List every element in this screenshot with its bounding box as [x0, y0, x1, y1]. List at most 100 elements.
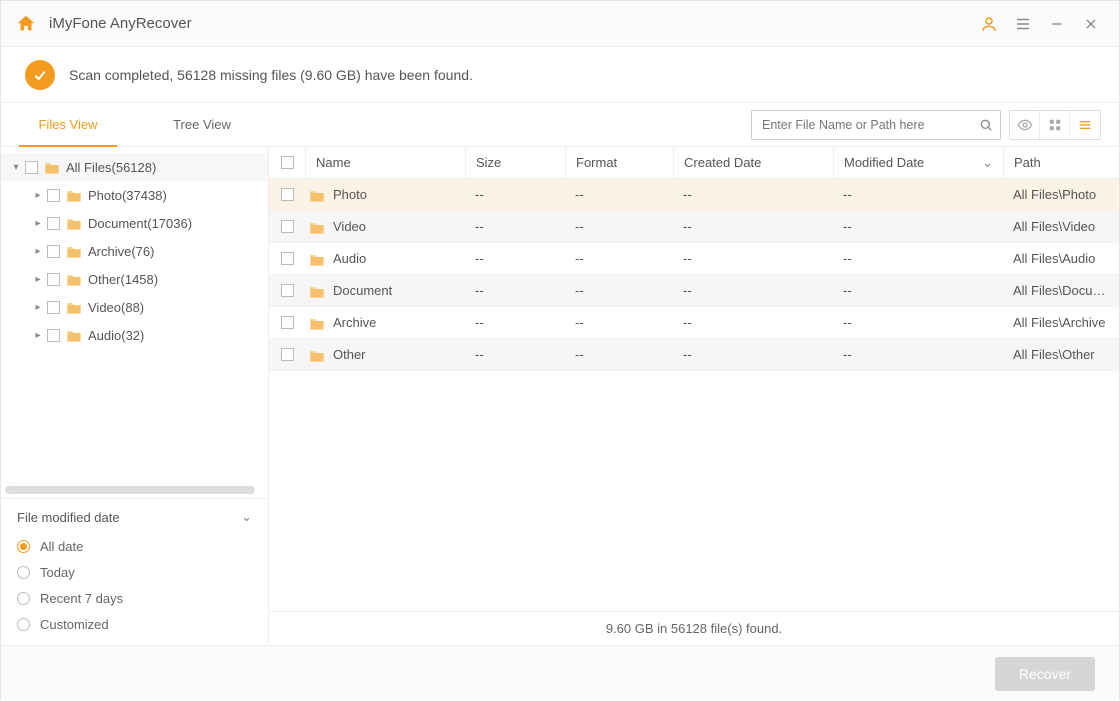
- search-icon[interactable]: [972, 117, 1000, 133]
- row-size: --: [475, 187, 484, 202]
- table-row[interactable]: Other -- -- -- -- All Files\Other: [269, 339, 1119, 371]
- close-button[interactable]: [1077, 10, 1105, 38]
- filter-option-label: Customized: [40, 617, 109, 632]
- tree-item-label: All Files(56128): [66, 160, 156, 175]
- checkbox[interactable]: [47, 217, 60, 230]
- chevron-down-icon[interactable]: ▾: [9, 162, 23, 173]
- filter-header[interactable]: File modified date ⌄: [17, 509, 252, 525]
- filter-option-customized[interactable]: Customized: [17, 611, 252, 637]
- chevron-right-icon[interactable]: ▸: [31, 246, 45, 257]
- folder-icon: [309, 316, 325, 330]
- folder-icon: [66, 300, 82, 314]
- filter-option-label: All date: [40, 539, 83, 554]
- checkbox[interactable]: [25, 161, 38, 174]
- column-header-created[interactable]: Created Date: [673, 147, 833, 178]
- footer: Recover: [1, 645, 1119, 701]
- table-row[interactable]: Document -- -- -- -- All Files\Docu…: [269, 275, 1119, 307]
- tree-item-other[interactable]: ▸Other(1458): [1, 265, 268, 293]
- row-checkbox[interactable]: [281, 188, 294, 201]
- sort-chevron-icon[interactable]: ⌄: [982, 155, 993, 171]
- tree-item-label: Photo(37438): [88, 188, 167, 203]
- folder-icon: [309, 252, 325, 266]
- tree-item-archive[interactable]: ▸ Archive(76): [1, 237, 268, 265]
- row-modified: --: [843, 187, 852, 202]
- sidebar: ▾ All Files(56128) ▸ Photo(37438) ▸ Docume…: [1, 147, 269, 645]
- results-table: Name Size Format Created Date Modified D…: [269, 147, 1119, 611]
- row-name: Photo: [333, 187, 367, 202]
- row-checkbox[interactable]: [281, 348, 294, 361]
- filter-header-label: File modified date: [17, 510, 120, 525]
- account-icon[interactable]: [975, 10, 1003, 38]
- tree-item-photo[interactable]: ▸ Photo(37438): [1, 181, 268, 209]
- recover-button[interactable]: Recover: [995, 657, 1095, 691]
- filter-option-label: Today: [40, 565, 75, 580]
- tree-item-video[interactable]: ▸Video(88): [1, 293, 268, 321]
- folder-icon: [309, 284, 325, 298]
- filter-option-recent-7-days[interactable]: Recent 7 days: [17, 585, 252, 611]
- check-icon: [25, 60, 55, 90]
- preview-toggle[interactable]: [1010, 111, 1040, 139]
- row-name: Other: [333, 347, 366, 362]
- column-header-path[interactable]: Path: [1003, 147, 1119, 178]
- row-checkbox[interactable]: [281, 316, 294, 329]
- row-name: Archive: [333, 315, 376, 330]
- folder-icon: [66, 328, 82, 342]
- filter-panel: File modified date ⌄ All date Today Rece…: [1, 498, 268, 645]
- table-row[interactable]: Audio -- -- -- -- All Files\Audio: [269, 243, 1119, 275]
- column-header-name[interactable]: Name: [305, 147, 465, 178]
- checkbox[interactable]: [47, 329, 60, 342]
- table-row[interactable]: Photo -- -- -- -- All Files\Photo: [269, 179, 1119, 211]
- filter-option-all-date[interactable]: All date: [17, 533, 252, 559]
- summary-text: 9.60 GB in 56128 file(s) found.: [606, 621, 782, 636]
- tree-item-audio[interactable]: ▸ Audio(32): [1, 321, 268, 349]
- chevron-right-icon[interactable]: ▸: [31, 190, 45, 201]
- row-checkbox[interactable]: [281, 284, 294, 297]
- tab-label: Tree View: [173, 117, 231, 132]
- table-header: Name Size Format Created Date Modified D…: [269, 147, 1119, 179]
- tab-tree-view[interactable]: Tree View: [135, 103, 269, 146]
- app-title: iMyFone AnyRecover: [49, 15, 192, 32]
- checkbox[interactable]: [47, 273, 60, 286]
- column-header-format[interactable]: Format: [565, 147, 673, 178]
- list-view-toggle[interactable]: [1070, 111, 1100, 139]
- checkbox[interactable]: [47, 245, 60, 258]
- row-checkbox[interactable]: [281, 220, 294, 233]
- tree-item-document[interactable]: ▸ Document(17036): [1, 209, 268, 237]
- checkbox[interactable]: [47, 189, 60, 202]
- menu-icon[interactable]: [1009, 10, 1037, 38]
- search-box[interactable]: [751, 110, 1001, 140]
- filter-option-label: Recent 7 days: [40, 591, 123, 606]
- row-name: Video: [333, 219, 366, 234]
- chevron-right-icon[interactable]: ▸: [31, 218, 45, 229]
- folder-icon: [66, 244, 82, 258]
- tree-item-label: Archive(76): [88, 244, 154, 259]
- search-input[interactable]: [752, 118, 972, 132]
- table-row[interactable]: Archive -- -- -- -- All Files\Archive: [269, 307, 1119, 339]
- minimize-button[interactable]: [1043, 10, 1071, 38]
- sidebar-scrollbar[interactable]: [5, 486, 255, 494]
- column-header-size[interactable]: Size: [465, 147, 565, 178]
- checkbox[interactable]: [47, 301, 60, 314]
- tab-files-view[interactable]: Files View: [1, 103, 135, 146]
- filter-option-today[interactable]: Today: [17, 559, 252, 585]
- scan-status-text: Scan completed, 56128 missing files (9.6…: [69, 67, 473, 83]
- tree-item-label: Document(17036): [88, 216, 192, 231]
- row-checkbox[interactable]: [281, 252, 294, 265]
- tree-item-label: Audio(32): [88, 328, 144, 343]
- table-row[interactable]: Video -- -- -- -- All Files\Video: [269, 211, 1119, 243]
- home-icon[interactable]: [15, 13, 37, 35]
- chevron-right-icon[interactable]: ▸: [31, 330, 45, 341]
- chevron-right-icon[interactable]: ▸: [31, 274, 45, 285]
- view-tabs: Files View Tree View: [1, 103, 269, 146]
- radio-icon: [17, 566, 30, 579]
- content-area: Name Size Format Created Date Modified D…: [269, 147, 1119, 645]
- grid-view-toggle[interactable]: [1040, 111, 1070, 139]
- select-all-checkbox[interactable]: [281, 156, 294, 169]
- folder-icon: [309, 348, 325, 362]
- folder-icon: [44, 160, 60, 174]
- title-bar: iMyFone AnyRecover: [1, 1, 1119, 47]
- chevron-right-icon[interactable]: ▸: [31, 302, 45, 313]
- folder-icon: [66, 272, 82, 286]
- column-header-modified[interactable]: Modified Date⌄: [833, 147, 1003, 178]
- tree-root-all-files[interactable]: ▾ All Files(56128): [1, 153, 268, 181]
